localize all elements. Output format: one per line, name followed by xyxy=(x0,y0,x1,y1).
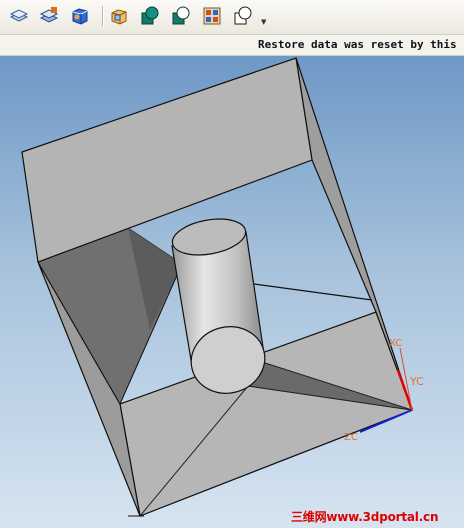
view-layers-icon[interactable] xyxy=(8,5,30,27)
status-message: Restore data was reset by this xyxy=(258,38,457,51)
unite-body-icon[interactable] xyxy=(139,5,161,27)
watermark: 三维网www.3dportal.cn xyxy=(291,510,439,524)
bottom-plate[interactable] xyxy=(119,311,413,517)
model-view: XC YC ZC xyxy=(21,57,424,517)
graphics-viewport[interactable]: XC YC ZC xyxy=(0,56,464,528)
toolbar-separator xyxy=(102,6,104,26)
layer-stack-icon[interactable] xyxy=(38,5,60,27)
display-options-icon[interactable] xyxy=(232,5,254,27)
wireframe-box-icon[interactable] xyxy=(108,5,130,27)
dropdown-arrow-icon[interactable]: ▼ xyxy=(261,18,266,26)
top-beam[interactable] xyxy=(21,57,313,263)
subtract-body-icon[interactable] xyxy=(170,5,192,27)
status-bar: Restore data was reset by this xyxy=(0,35,464,56)
support-line xyxy=(253,283,373,301)
toolbar: ▼ xyxy=(0,0,464,35)
intersect-body-icon[interactable] xyxy=(201,5,223,27)
xc-label: XC xyxy=(389,338,402,349)
yc-label: YC xyxy=(409,375,424,388)
zc-label: ZC xyxy=(344,432,358,443)
shaded-box-icon[interactable] xyxy=(69,5,91,27)
